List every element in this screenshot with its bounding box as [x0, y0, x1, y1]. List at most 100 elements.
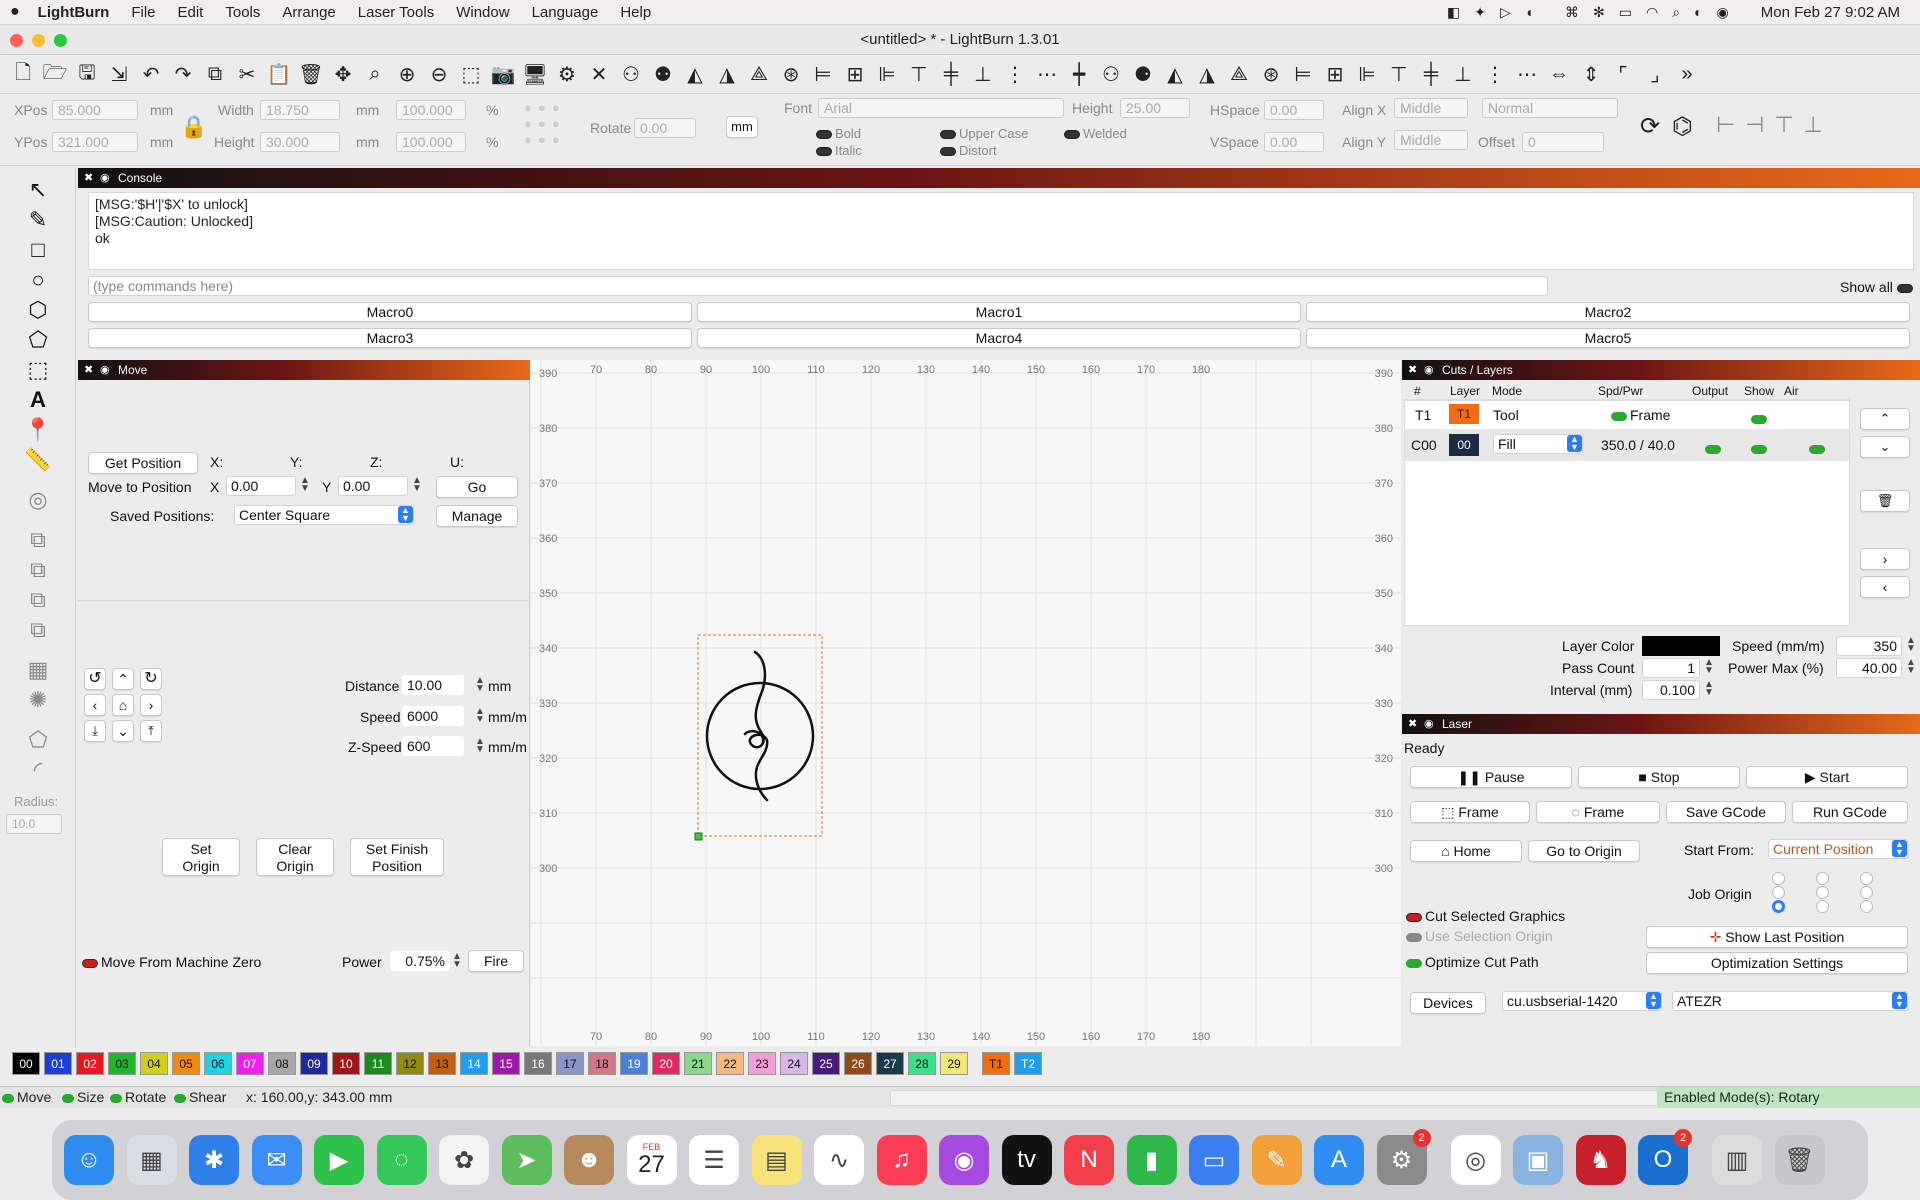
- mirror-icon[interactable]: ⟁: [746, 62, 772, 88]
- undo-icon[interactable]: ↶: [138, 62, 164, 88]
- palette-swatch[interactable]: 11: [364, 1051, 392, 1075]
- move-layer-up-button[interactable]: ⌃: [1860, 408, 1910, 430]
- alignx-select[interactable]: Middle: [1394, 98, 1468, 118]
- speed-input[interactable]: 6000: [402, 706, 464, 726]
- pause-button[interactable]: ❚❚ Pause: [1410, 766, 1572, 788]
- menubar-clock[interactable]: Mon Feb 27 9:02 AM: [1761, 4, 1900, 21]
- palette-swatch[interactable]: 19: [620, 1051, 648, 1075]
- optimize-cut-path-toggle[interactable]: Optimize Cut Path: [1406, 954, 1539, 970]
- boolean-intersect-icon[interactable]: ⧉: [24, 586, 52, 614]
- redo-icon[interactable]: ↷: [170, 62, 196, 88]
- pen-tool-icon[interactable]: ✎: [24, 206, 52, 234]
- align-e-icon[interactable]: ╪: [1418, 62, 1444, 88]
- collapse-button[interactable]: ‹: [1860, 576, 1910, 598]
- downloads-icon[interactable]: ▥: [1712, 1135, 1762, 1185]
- palette-swatch[interactable]: 08: [268, 1051, 296, 1075]
- boolean-subtract-icon[interactable]: ⧉: [24, 556, 52, 584]
- tools-icon[interactable]: ✕: [586, 62, 612, 88]
- speed-input[interactable]: 350: [1836, 636, 1902, 656]
- bold-toggle[interactable]: Bold: [816, 126, 861, 141]
- stop-button[interactable]: ■ Stop: [1578, 766, 1740, 788]
- align-a-icon[interactable]: ⊨: [1290, 62, 1316, 88]
- position-laser-icon[interactable]: ⬚: [24, 356, 52, 384]
- cut-icon[interactable]: ✂: [234, 62, 260, 88]
- palette-swatch[interactable]: 10: [332, 1051, 360, 1075]
- launchpad-icon[interactable]: ▦: [126, 1135, 177, 1185]
- save-gcode-button[interactable]: Save GCode: [1666, 801, 1786, 823]
- air-toggle[interactable]: [1809, 440, 1828, 456]
- paste-icon[interactable]: 📋: [266, 62, 292, 88]
- news-icon[interactable]: N: [1064, 1135, 1114, 1185]
- zoom-frame-icon[interactable]: ⬚: [458, 62, 484, 88]
- size-toggle[interactable]: Size: [62, 1089, 104, 1105]
- align-center-icon[interactable]: ⊞: [842, 62, 868, 88]
- go-to-origin-button[interactable]: Go to Origin: [1528, 840, 1640, 862]
- palette-swatch[interactable]: 13: [428, 1051, 456, 1075]
- toolbar-overflow-icon[interactable]: »: [1674, 62, 1700, 88]
- italic-toggle[interactable]: Italic: [816, 143, 862, 158]
- nudge-icon[interactable]: ⇕: [1578, 62, 1604, 88]
- finder-icon[interactable]: ☺: [64, 1135, 114, 1185]
- device-select[interactable]: ATEZR: [1672, 991, 1908, 1011]
- menu-arrange[interactable]: Arrange: [282, 4, 335, 21]
- palette-swatch[interactable]: 26: [844, 1051, 872, 1075]
- delete-icon[interactable]: 🗑: [298, 62, 324, 88]
- move-y-stepper[interactable]: ▲ ▼: [412, 476, 422, 494]
- offset-field[interactable]: 0: [1522, 132, 1604, 152]
- power-max-stepper[interactable]: ▲ ▼: [1906, 658, 1916, 676]
- palette-swatch[interactable]: 00: [12, 1051, 40, 1075]
- menu-edit[interactable]: Edit: [178, 4, 204, 21]
- palette-swatch[interactable]: 23: [748, 1051, 776, 1075]
- status-icons[interactable]: ◧✦▷◖ ⌘✻▭◠⌕◐◉: [1447, 4, 1743, 21]
- menu-window[interactable]: Window: [456, 4, 509, 21]
- rotate-origin-icon[interactable]: ⊛: [778, 62, 804, 88]
- select-chevron-icon[interactable]: ▲ ▼: [398, 506, 413, 523]
- messages-icon[interactable]: ◌: [376, 1135, 427, 1185]
- hspace-field[interactable]: 0.00: [1264, 100, 1324, 120]
- units-toggle-button[interactable]: mm: [726, 116, 758, 138]
- signature-graphic[interactable]: [705, 650, 815, 802]
- edit-nodes-icon[interactable]: ⬠: [24, 326, 52, 354]
- job-origin-tl[interactable]: [1772, 872, 1785, 885]
- distribute-v-icon[interactable]: ⋯: [1034, 62, 1060, 88]
- float-panel-icon[interactable]: ◉: [1424, 714, 1434, 734]
- job-origin-bc[interactable]: [1816, 900, 1829, 913]
- zoom-window-button[interactable]: [54, 34, 67, 47]
- palette-swatch[interactable]: 25: [812, 1051, 840, 1075]
- save-icon[interactable]: 🖫: [74, 62, 100, 88]
- export-icon[interactable]: ⇲: [106, 62, 132, 88]
- z-down-icon[interactable]: ⤓: [84, 720, 106, 742]
- move-x-stepper[interactable]: ▲ ▼: [300, 476, 310, 494]
- lock-icon[interactable]: 🔒: [180, 114, 207, 140]
- port-select[interactable]: cu.usbserial-1420: [1502, 991, 1662, 1011]
- flip-h2-icon[interactable]: ◭: [1162, 62, 1188, 88]
- power-max-input[interactable]: 40.00: [1836, 658, 1902, 678]
- fillet-icon[interactable]: ◜: [24, 756, 52, 784]
- align-right-icon[interactable]: ⊫: [874, 62, 900, 88]
- show-all-toggle[interactable]: Show all: [1840, 279, 1916, 295]
- path-optimize-icon[interactable]: ⟳: [1640, 112, 1660, 141]
- design-canvas[interactable]: 70 70 80 80 90 90 100 100 110 110 120 120 130 130 140 1…: [531, 360, 1401, 1046]
- minimize-window-button[interactable]: [32, 34, 45, 47]
- jog-left-icon[interactable]: ‹: [84, 694, 106, 716]
- fire-button[interactable]: Fire: [468, 950, 524, 972]
- align-b-icon[interactable]: ⊞: [1322, 62, 1348, 88]
- font-height-field[interactable]: 25.00: [1120, 98, 1190, 118]
- ypos-field[interactable]: 321.000: [52, 132, 138, 152]
- macro-4-button[interactable]: Macro4: [697, 328, 1301, 348]
- chrome-icon[interactable]: ◎: [1450, 1135, 1501, 1185]
- target-icon[interactable]: ⊛: [1258, 62, 1284, 88]
- vspace-field[interactable]: 0.00: [1264, 132, 1324, 152]
- circular-array-icon[interactable]: ✺: [24, 686, 52, 714]
- manage-button[interactable]: Manage: [436, 505, 518, 527]
- reminders-icon[interactable]: ☰: [689, 1135, 739, 1185]
- height-field[interactable]: 30.000: [260, 132, 340, 152]
- job-origin-mc[interactable]: [1816, 886, 1829, 899]
- saved-positions-select[interactable]: Center Square: [234, 505, 414, 525]
- palette-swatch[interactable]: T1: [982, 1051, 1010, 1075]
- home-icon[interactable]: ⌂: [112, 694, 134, 716]
- offset-icon[interactable]: ◎: [24, 486, 52, 514]
- close-panel-icon[interactable]: ✖: [84, 168, 93, 188]
- palette-swatch[interactable]: 22: [716, 1051, 744, 1075]
- corner-br-icon[interactable]: ⌟: [1642, 62, 1668, 88]
